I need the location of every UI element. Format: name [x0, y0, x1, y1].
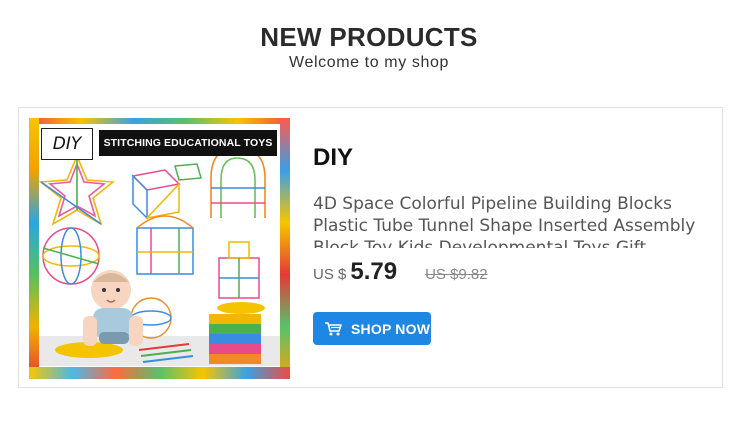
cart-icon [325, 321, 342, 335]
product-card[interactable]: DIY STITCHING EDUCATIONAL TOYS DIY 4D Sp… [18, 107, 723, 388]
section-header: NEW PRODUCTS Welcome to my shop [0, 22, 738, 72]
shop-now-label: SHOP NOW [351, 320, 431, 337]
product-brand[interactable]: DIY [313, 144, 353, 172]
product-image[interactable]: DIY STITCHING EDUCATIONAL TOYS [29, 118, 290, 379]
price-row: US $5.79 US $9.82 [313, 258, 488, 288]
price-currency: US $ [313, 266, 347, 283]
old-price: US $9.82 [425, 266, 488, 283]
product-description[interactable]: 4D Space Colorful Pipeline Building Bloc… [313, 193, 705, 248]
image-diy-tag: DIY [41, 128, 93, 160]
section-title: NEW PRODUCTS [260, 22, 478, 52]
price-value: 5.79 [350, 258, 398, 285]
section-subtitle: Welcome to my shop [289, 54, 449, 71]
shop-now-button[interactable]: SHOP NOW [313, 312, 431, 345]
image-banner: STITCHING EDUCATIONAL TOYS [99, 130, 277, 156]
